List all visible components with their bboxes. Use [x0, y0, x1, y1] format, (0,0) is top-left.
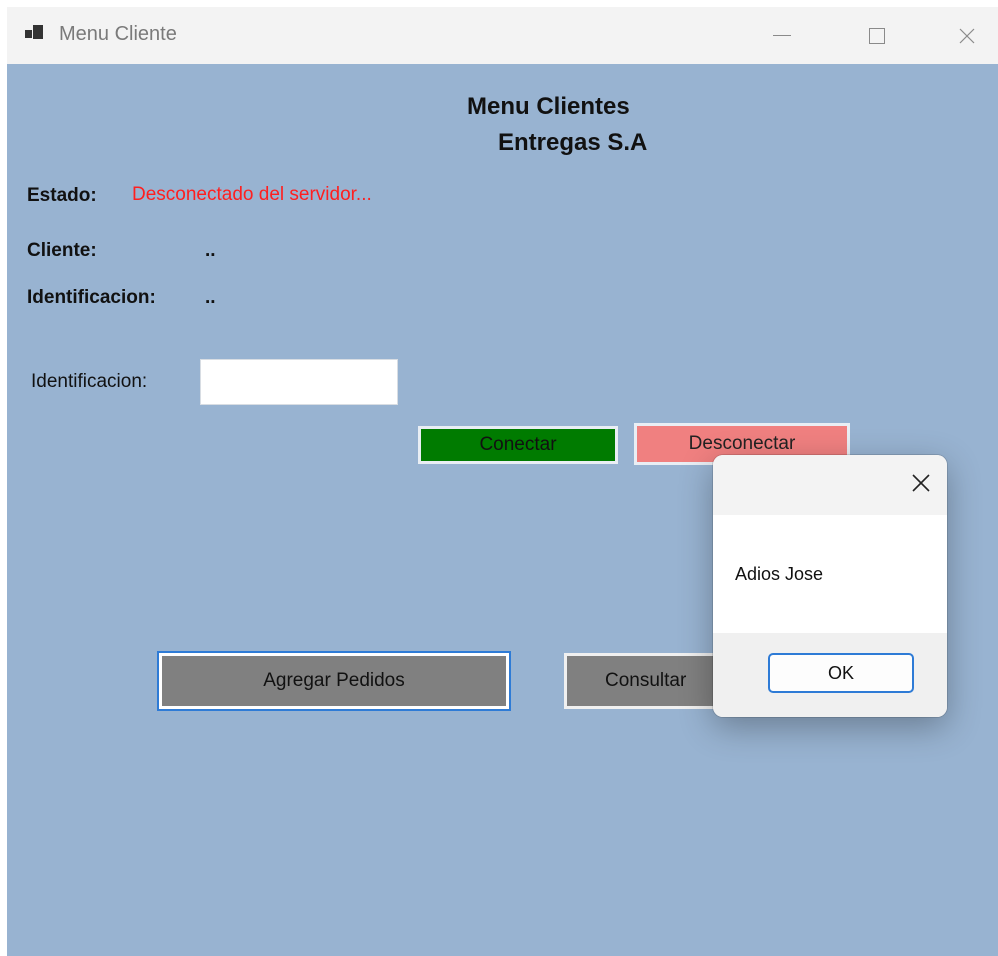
close-icon: [959, 28, 975, 43]
message-dialog: Adios Jose OK: [713, 455, 947, 717]
window-title: Menu Cliente: [59, 23, 177, 45]
minimize-icon: [773, 35, 791, 36]
close-icon[interactable]: [909, 471, 933, 495]
maximize-icon: [869, 27, 885, 44]
identificacion-input-label: Identificacion:: [31, 371, 148, 392]
heading-company: Entregas S.A: [498, 129, 648, 156]
agregar-pedidos-button[interactable]: Agregar Pedidos: [157, 651, 511, 711]
identificacion-value: ..: [205, 287, 216, 308]
identificacion-input[interactable]: [200, 359, 398, 405]
identificacion-label: Identificacion:: [27, 287, 156, 308]
dialog-header[interactable]: [713, 455, 947, 515]
close-button[interactable]: [937, 7, 997, 64]
dialog-footer: OK: [713, 633, 947, 717]
heading-title: Menu Clientes: [467, 93, 630, 120]
dialog-message: Adios Jose: [735, 564, 824, 584]
conectar-button[interactable]: Conectar: [418, 426, 618, 464]
dialog-body: Adios Jose: [713, 515, 947, 633]
maximize-button[interactable]: [847, 7, 907, 64]
estado-label: Estado:: [27, 185, 97, 206]
minimize-button[interactable]: [752, 7, 812, 64]
cliente-value: ..: [205, 240, 216, 261]
app-icon: [25, 25, 43, 41]
title-bar[interactable]: Menu Cliente: [7, 7, 998, 64]
ok-button[interactable]: OK: [768, 653, 914, 693]
form-heading: Menu Clientes Entregas S.A: [427, 89, 787, 161]
cliente-label: Cliente:: [27, 240, 97, 261]
estado-value: Desconectado del servidor...: [132, 184, 372, 205]
